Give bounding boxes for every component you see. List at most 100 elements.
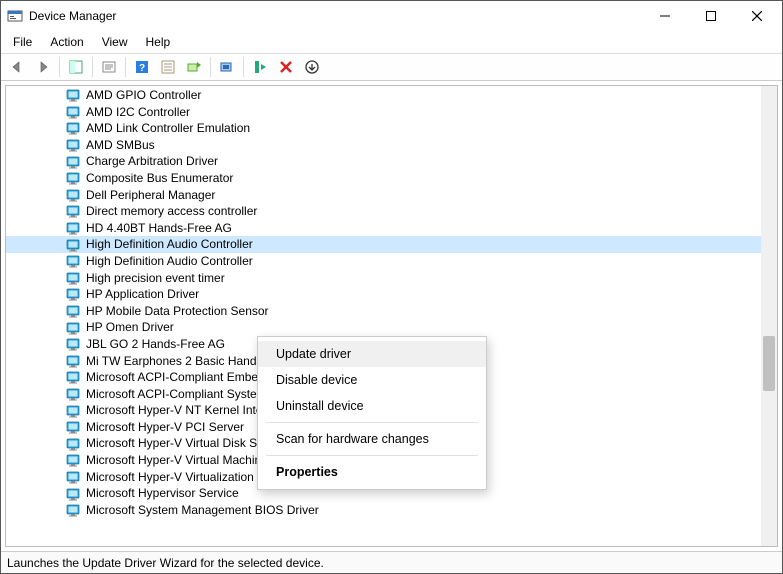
minimize-button[interactable]: [642, 1, 688, 31]
menu-help[interactable]: Help: [138, 33, 179, 51]
device-item[interactable]: High precision event timer: [6, 270, 761, 287]
device-label: High precision event timer: [86, 270, 225, 287]
menu-file[interactable]: File: [5, 33, 40, 51]
device-label: HP Application Driver: [86, 286, 199, 303]
device-label: Dell Peripheral Manager: [86, 187, 215, 204]
device-icon: [66, 121, 82, 135]
device-label: AMD GPIO Controller: [86, 87, 201, 104]
scrollbar-thumb[interactable]: [763, 336, 775, 391]
disable-device-button[interactable]: [300, 55, 324, 79]
properties-button[interactable]: [97, 55, 121, 79]
device-icon: [66, 204, 82, 218]
device-label: HP Mobile Data Protection Sensor: [86, 303, 269, 320]
device-icon: [66, 453, 82, 467]
device-item[interactable]: AMD Link Controller Emulation: [6, 120, 761, 137]
device-item[interactable]: Direct memory access controller: [6, 203, 761, 220]
device-label: High Definition Audio Controller: [86, 236, 253, 253]
device-icon: [66, 254, 82, 268]
titlebar: Device Manager: [1, 1, 782, 31]
device-item[interactable]: HP Mobile Data Protection Sensor: [6, 303, 761, 320]
ctx-properties[interactable]: Properties: [258, 459, 486, 485]
forward-button[interactable]: [31, 55, 55, 79]
device-icon: [66, 155, 82, 169]
scan-hardware-button[interactable]: [215, 55, 239, 79]
device-label: Microsoft Hypervisor Service: [86, 485, 239, 502]
device-label: Microsoft Hyper-V Virtual Disk Server: [86, 435, 285, 452]
device-item[interactable]: Charge Arbitration Driver: [6, 153, 761, 170]
device-item[interactable]: Microsoft System Management BIOS Driver: [6, 502, 761, 519]
device-label: Direct memory access controller: [86, 203, 257, 220]
device-tree-panel: AMD GPIO ControllerAMD I2C ControllerAMD…: [5, 85, 778, 547]
device-icon: [66, 337, 82, 351]
ctx-scan-hardware[interactable]: Scan for hardware changes: [258, 426, 486, 452]
app-icon: [7, 8, 23, 24]
device-label: AMD Link Controller Emulation: [86, 120, 250, 137]
maximize-button[interactable]: [688, 1, 734, 31]
window-controls: [642, 1, 780, 31]
statusbar: Launches the Update Driver Wizard for th…: [1, 551, 782, 573]
device-icon: [66, 437, 82, 451]
device-item[interactable]: High Definition Audio Controller: [6, 236, 761, 253]
close-button[interactable]: [734, 1, 780, 31]
device-label: Charge Arbitration Driver: [86, 153, 218, 170]
vertical-scrollbar[interactable]: [761, 86, 777, 546]
help-button[interactable]: ?: [130, 55, 154, 79]
device-label: Microsoft Hyper-V PCI Server: [86, 419, 244, 436]
ctx-uninstall-device[interactable]: Uninstall device: [258, 393, 486, 419]
device-label: JBL GO 2 Hands-Free AG: [86, 336, 225, 353]
menu-action[interactable]: Action: [42, 33, 91, 51]
device-icon: [66, 287, 82, 301]
device-icon: [66, 487, 82, 501]
device-icon: [66, 404, 82, 418]
device-icon: [66, 238, 82, 252]
device-item[interactable]: HD 4.40BT Hands-Free AG: [6, 220, 761, 237]
toolbar-separator: [243, 57, 244, 77]
show-hide-console-tree-button[interactable]: [64, 55, 88, 79]
menu-view[interactable]: View: [94, 33, 136, 51]
device-item[interactable]: High Definition Audio Controller: [6, 253, 761, 270]
device-icon: [66, 354, 82, 368]
device-icon: [66, 138, 82, 152]
device-item[interactable]: AMD I2C Controller: [6, 104, 761, 121]
device-label: High Definition Audio Controller: [86, 253, 253, 270]
ctx-separator: [266, 422, 478, 423]
ctx-disable-device[interactable]: Disable device: [258, 367, 486, 393]
update-driver-button[interactable]: [182, 55, 206, 79]
device-icon: [66, 304, 82, 318]
statusbar-text: Launches the Update Driver Wizard for th…: [7, 556, 324, 570]
back-button[interactable]: [5, 55, 29, 79]
ctx-separator: [266, 455, 478, 456]
device-item[interactable]: Dell Peripheral Manager: [6, 187, 761, 204]
device-label: Microsoft ACPI-Compliant System: [86, 386, 267, 403]
device-label: AMD SMBus: [86, 137, 155, 154]
device-item[interactable]: HP Application Driver: [6, 286, 761, 303]
toolbar-separator: [59, 57, 60, 77]
device-icon: [66, 503, 82, 517]
device-icon: [66, 188, 82, 202]
toolbar-separator: [210, 57, 211, 77]
ctx-update-driver[interactable]: Update driver: [258, 341, 486, 367]
action-menu-button[interactable]: [156, 55, 180, 79]
enable-device-button[interactable]: [248, 55, 272, 79]
uninstall-device-button[interactable]: [274, 55, 298, 79]
device-icon: [66, 221, 82, 235]
device-label: Composite Bus Enumerator: [86, 170, 233, 187]
device-icon: [66, 420, 82, 434]
device-icon: [66, 321, 82, 335]
context-menu: Update driver Disable device Uninstall d…: [257, 336, 487, 490]
toolbar-separator: [125, 57, 126, 77]
device-item[interactable]: HP Omen Driver: [6, 319, 761, 336]
device-icon: [66, 470, 82, 484]
device-icon: [66, 171, 82, 185]
device-icon: [66, 271, 82, 285]
device-icon: [66, 105, 82, 119]
toolbar: ?: [1, 53, 782, 81]
menubar: File Action View Help: [1, 31, 782, 53]
toolbar-separator: [92, 57, 93, 77]
content-wrap: AMD GPIO ControllerAMD I2C ControllerAMD…: [1, 81, 782, 551]
device-label: HP Omen Driver: [86, 319, 174, 336]
device-item[interactable]: Composite Bus Enumerator: [6, 170, 761, 187]
device-item[interactable]: AMD SMBus: [6, 137, 761, 154]
device-item[interactable]: AMD GPIO Controller: [6, 87, 761, 104]
device-icon: [66, 88, 82, 102]
